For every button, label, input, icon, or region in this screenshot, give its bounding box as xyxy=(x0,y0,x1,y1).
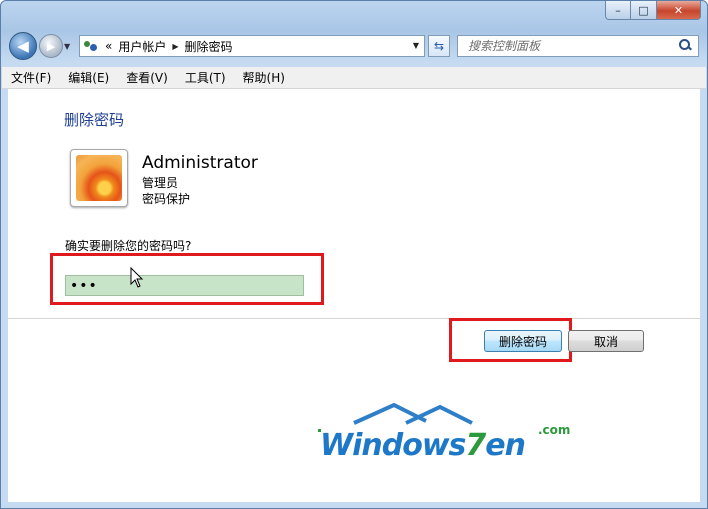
page-title: 删除密码 xyxy=(64,111,125,129)
breadcrumb-remove-password[interactable]: 删除密码 xyxy=(185,38,233,55)
refresh-icon: ⇆ xyxy=(433,39,445,53)
menu-view[interactable]: 查看(V) xyxy=(117,69,176,86)
search-box[interactable] xyxy=(457,35,699,57)
confirm-question: 确实要删除您的密码吗? xyxy=(65,239,192,253)
windows7en-logo: Windows7en .com xyxy=(318,403,570,461)
refresh-button[interactable]: ⇆ xyxy=(428,35,450,57)
address-bar[interactable]: « 用户帐户 ▶ 删除密码 ▼ xyxy=(79,35,425,57)
breadcrumb-overflow[interactable]: « xyxy=(105,39,112,53)
avatar xyxy=(70,149,128,207)
arrow-left-icon: ◀ xyxy=(17,37,29,55)
back-button[interactable]: ◀ xyxy=(9,32,37,60)
control-panel-icon xyxy=(83,39,99,53)
current-password-field[interactable] xyxy=(65,275,304,296)
search-input[interactable] xyxy=(458,38,676,54)
nav-buttons: ◀ ▶ ▼ xyxy=(9,32,74,60)
mouse-pointer-icon xyxy=(130,267,144,288)
breadcrumb-user-accounts[interactable]: 用户帐户 xyxy=(118,38,166,55)
chevron-right-icon[interactable]: ▶ xyxy=(172,42,178,51)
content-area: 删除密码 Administrator 管理员 密码保护 确实要删除您的密码吗? … xyxy=(8,89,700,502)
user-status: 密码保护 xyxy=(142,192,191,206)
search-icon[interactable] xyxy=(676,37,694,55)
caption-buttons: – □ ✕ xyxy=(605,1,701,20)
menu-help[interactable]: 帮助(H) xyxy=(234,69,293,86)
arrow-right-icon: ▶ xyxy=(46,39,56,53)
remove-password-button[interactable]: 删除密码 xyxy=(484,330,562,352)
flower-picture-icon xyxy=(76,155,122,201)
close-button[interactable]: ✕ xyxy=(657,1,701,20)
maximize-button[interactable]: □ xyxy=(631,1,657,20)
user-role: 管理员 xyxy=(142,176,179,190)
menu-bar: 文件(F) 编辑(E) 查看(V) 工具(T) 帮助(H) xyxy=(2,67,706,89)
menu-file[interactable]: 文件(F) xyxy=(2,69,59,86)
svg-text:.com: .com xyxy=(538,423,570,437)
forward-button[interactable]: ▶ xyxy=(39,34,63,58)
divider xyxy=(8,318,700,319)
user-name: Administrator xyxy=(142,153,258,173)
svg-text:Windows7en: Windows7en xyxy=(320,428,525,461)
window: – □ ✕ ◀ ▶ ▼ « 用户帐户 ▶ 删除密码 ▼ ⇆ 文件(F) 编辑(E… xyxy=(0,0,708,509)
menu-tools[interactable]: 工具(T) xyxy=(176,69,234,86)
chevron-down-icon[interactable]: ▼ xyxy=(413,41,419,50)
minimize-button[interactable]: – xyxy=(605,1,631,20)
cancel-button[interactable]: 取消 xyxy=(568,330,644,352)
menu-edit[interactable]: 编辑(E) xyxy=(59,69,117,86)
history-dropdown[interactable]: ▼ xyxy=(64,42,74,51)
